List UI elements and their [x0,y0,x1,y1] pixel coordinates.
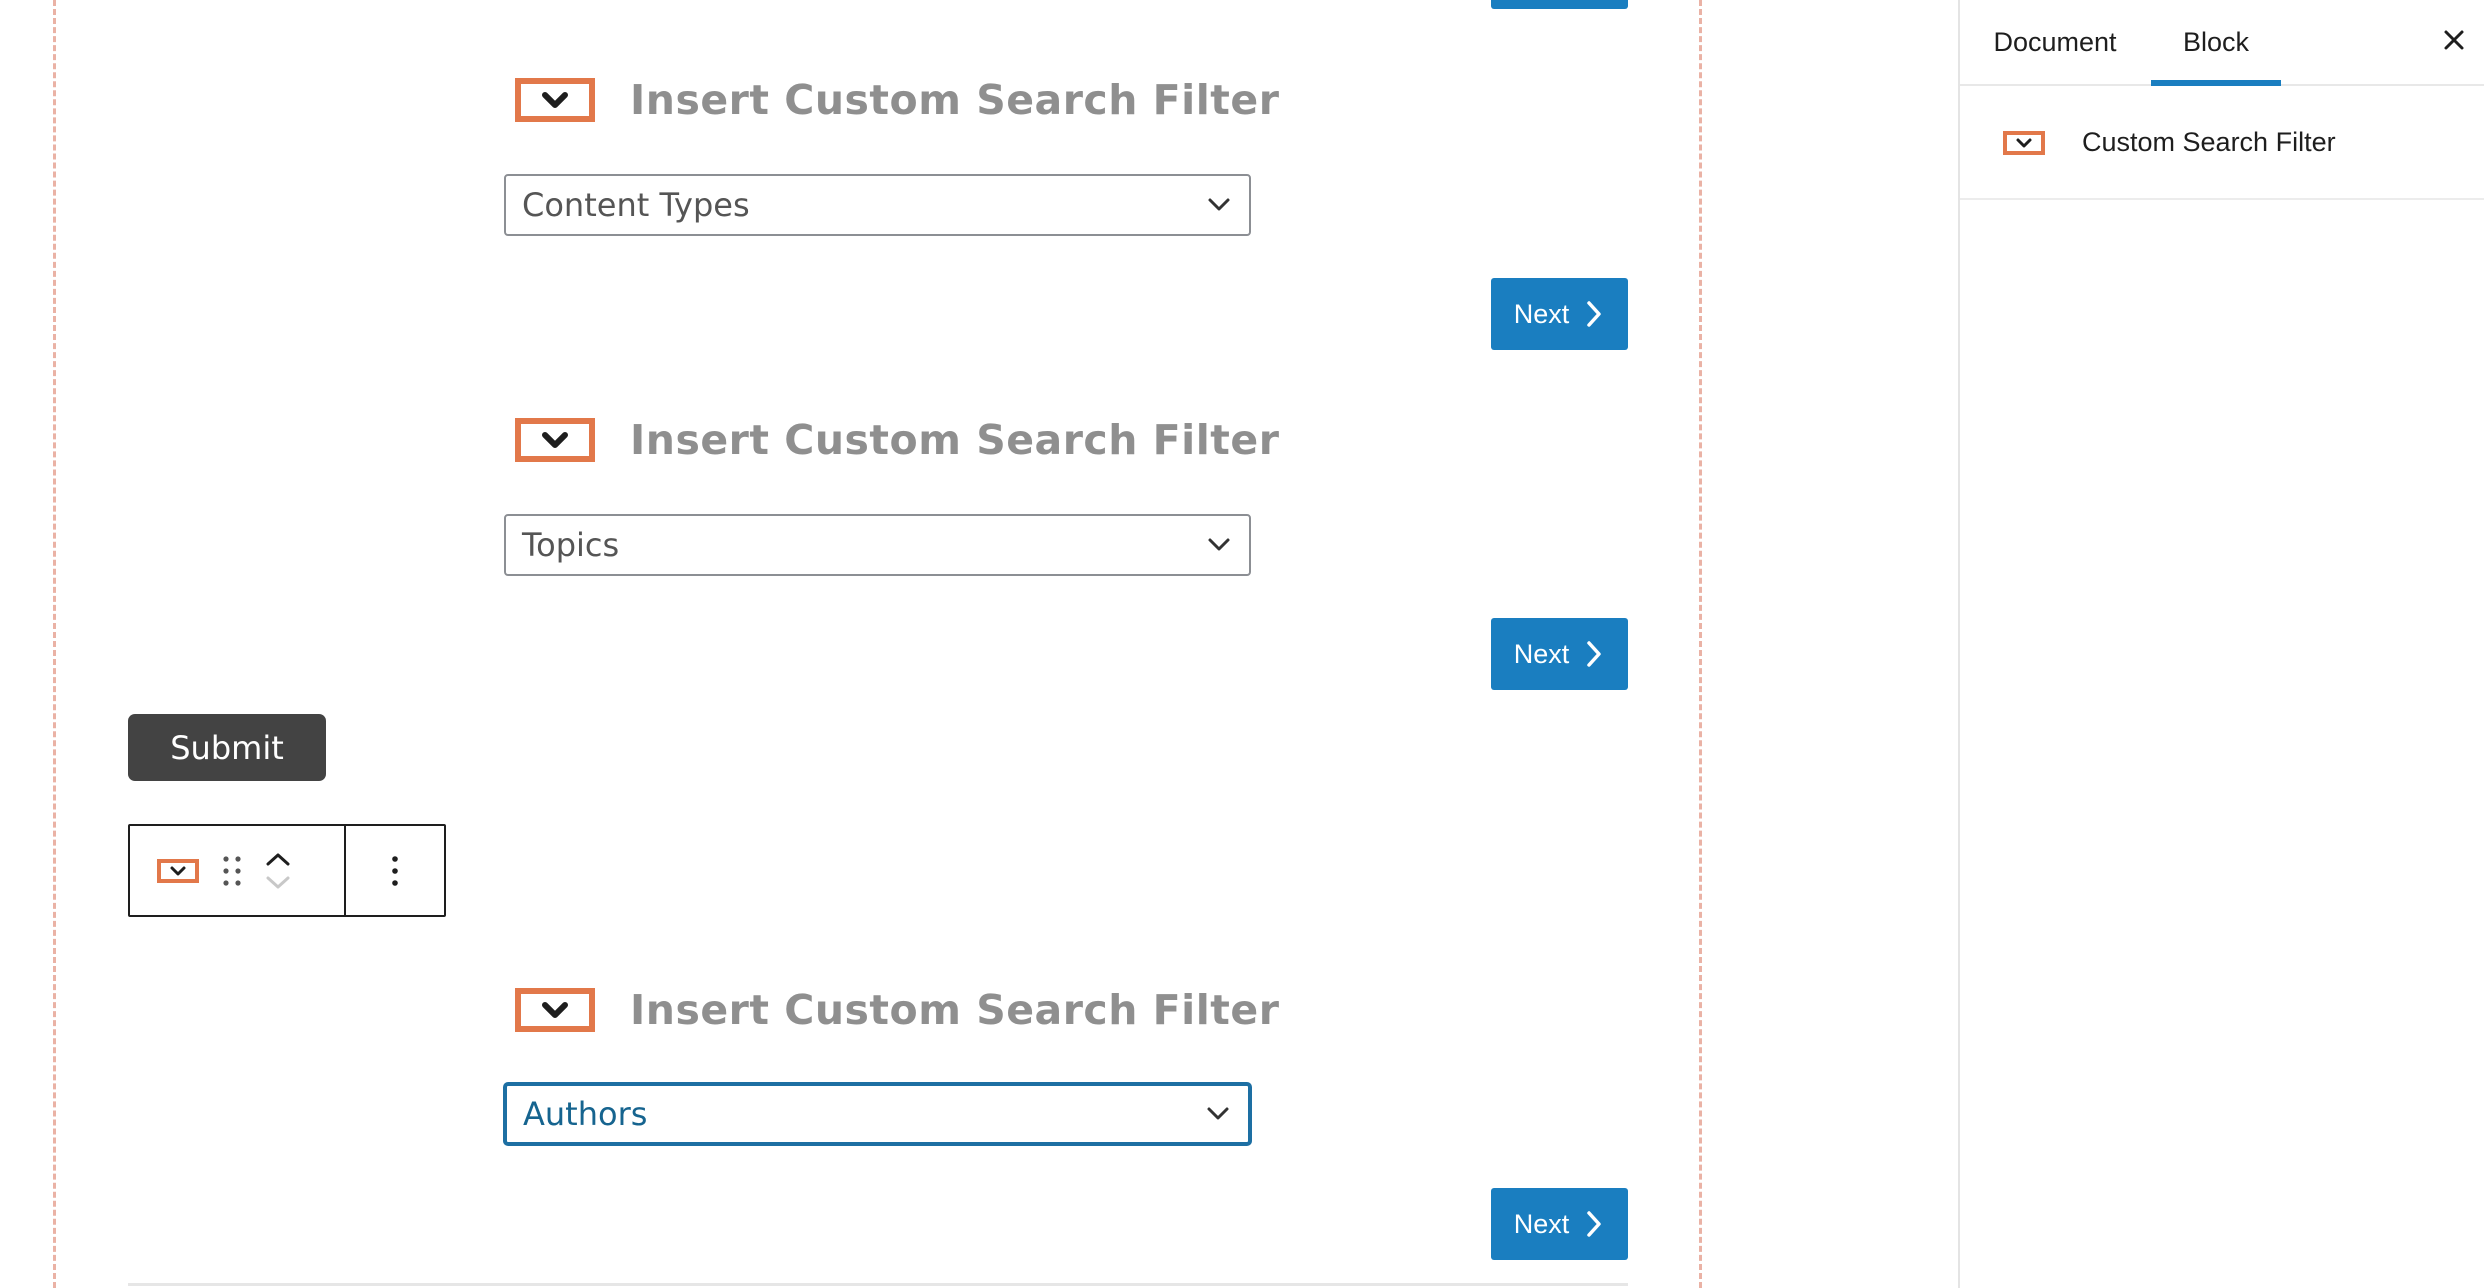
filter-title: Insert Custom Search Filter [630,76,1280,124]
custom-search-filter-icon [515,988,595,1032]
chevron-up-icon[interactable] [264,851,292,867]
next-button-label: Next [1513,1208,1570,1239]
filter-title: Insert Custom Search Filter [630,986,1280,1034]
close-icon[interactable] [2434,20,2474,60]
block-toolbar-main-group [130,826,346,915]
select-value: Authors [523,1095,648,1133]
tab-document[interactable]: Document [1980,0,2130,84]
next-button[interactable]: Next [1491,1188,1628,1260]
chevron-right-icon [1587,301,1602,327]
block-card: Custom Search Filter [1960,86,2484,200]
next-button[interactable]: Next [1491,618,1628,690]
chevron-right-icon [1587,641,1602,667]
custom-search-filter-icon [515,78,595,122]
topics-select[interactable]: Topics [504,514,1251,576]
select-value: Content Types [522,186,750,224]
block-outline-right [1699,0,1702,1288]
custom-search-filter-icon [515,418,595,462]
drag-handle-icon[interactable] [220,854,244,888]
filter-heading: Insert Custom Search Filter [515,985,1279,1035]
chevron-down-icon [1207,1107,1229,1120]
tab-block[interactable]: Block [2151,0,2281,86]
block-card-title: Custom Search Filter [2082,126,2336,157]
editor-canvas: Next Insert Custom Search Filter Content… [0,0,1958,1288]
chevron-right-icon [1587,1211,1602,1237]
content-types-select[interactable]: Content Types [504,174,1251,236]
custom-search-filter-icon[interactable] [156,857,200,885]
more-vertical-icon[interactable] [389,853,401,889]
next-button[interactable]: Next [1491,0,1628,9]
block-toolbar [128,824,446,917]
filter-heading: Insert Custom Search Filter [515,415,1279,465]
next-button-label: Next [1513,638,1570,669]
block-toolbar-more-group [346,826,444,915]
filter-title: Insert Custom Search Filter [630,416,1280,464]
next-button-label: Next [1513,298,1570,329]
chevron-down-icon [1208,198,1230,211]
custom-search-filter-icon [2003,131,2045,155]
sidebar-tabs: Document Block [1960,0,2484,86]
separator [128,1283,1628,1286]
select-value: Topics [522,526,620,564]
settings-sidebar: Document Block Custom Search Filter [1958,0,2484,1288]
submit-button[interactable]: Submit [128,714,326,781]
block-outline-left [53,0,56,1288]
filter-heading: Insert Custom Search Filter [515,75,1279,125]
chevron-down-icon [1208,538,1230,551]
chevron-down-icon[interactable] [264,875,292,891]
next-button[interactable]: Next [1491,278,1628,350]
block-movers [264,851,292,891]
authors-select[interactable]: Authors [504,1083,1251,1145]
